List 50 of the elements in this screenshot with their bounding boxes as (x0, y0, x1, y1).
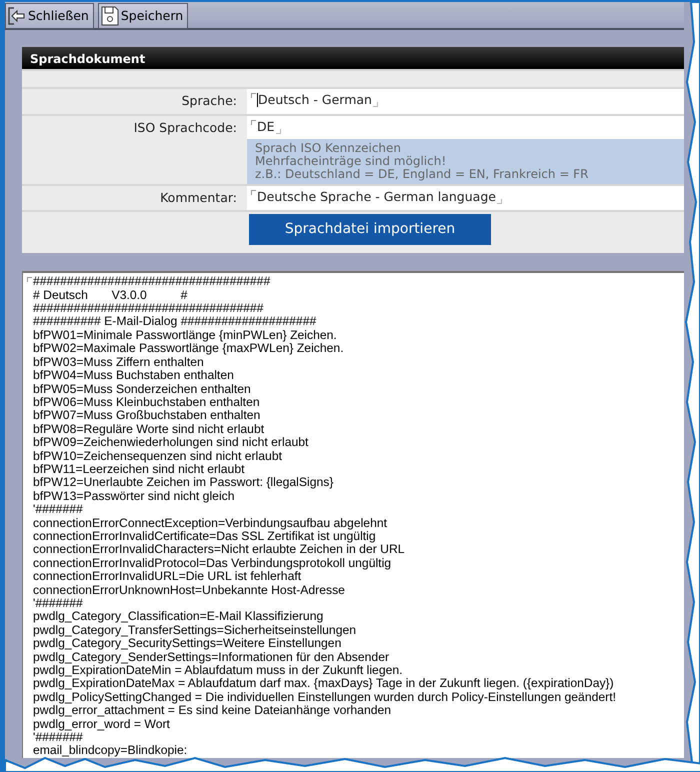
code-line: bfPW12=Unerlaubte Zeichen im Passwort: {llegalSigns} (33, 476, 334, 490)
code-line: pwdlg_Category_SecuritySettings=Weitere Einstellungen (33, 637, 342, 651)
code-line: pwdlg_ExpirationDateMin = Ablaufdatum muss in der Zukunft liegen. (33, 664, 404, 678)
input-field[interactable]: Deutsche Sprache - German language (247, 186, 684, 210)
code-line: bfPW03=Muss Ziffern enthalten (33, 356, 205, 370)
code-line: pwdlg_Category_TransferSettings=Sicherheitseinstellungen (33, 624, 358, 638)
code-line: connectionErrorInvalidProtocol=Das Verbindungsprotokoll ungültig (33, 556, 392, 570)
code-line: bfPW02=Maximale Passwortlänge {maxPWLen} Zeichen. (33, 342, 345, 356)
code-line: '####### (33, 731, 83, 744)
input-field[interactable]: Deutsch - German (247, 89, 684, 114)
hint-text: Sprach ISO Kennzeichen Mehrfacheinträge sind möglich! z.B.: Deutschland = DE, England = EN, Frankreich = FR (247, 138, 684, 184)
exit-icon (8, 7, 26, 25)
code-line: pwdlg_error_word = Wort (33, 718, 171, 732)
code-line: bfPW06=Muss Kleinbuchstaben enthalten (33, 396, 261, 410)
code-line: ################################## (33, 302, 264, 316)
marker-icon (27, 277, 32, 282)
code-line: connectionErrorInvalidCharacters=Nicht erlaubte Zeichen in der URL (33, 543, 406, 557)
code-line: pwdlg_Category_Classification=E-Mail Klassifizierung (33, 610, 324, 624)
code-line: bfPW01=Minimale Passwortlänge {minPWLen} Zeichen. (33, 328, 338, 342)
code-line: pwdlg_error_attachment = Es sind keine Dateianhänge vorhanden (33, 704, 392, 718)
field-label: Sprache: (180, 92, 238, 110)
code-line: connectionErrorInvalidCertificate=Das SSL Zertifikat ist ungültig (33, 530, 376, 544)
field-label: Kommentar: (159, 188, 238, 206)
code-line: ################################### (33, 275, 272, 289)
code-line: email_blindcopy=Blindkopie: (33, 744, 188, 758)
code-line: pwdlg_ExpirationDateMax = Ablaufdatum darf max. {maxDays} Tage in der Zukunft liegen. ({expirationDay}) (33, 677, 615, 691)
code-line: bfPW05=Muss Sonderzeichen enthalten (33, 382, 252, 396)
code-line: bfPW11=Leerzeichen sind nicht erlaubt (33, 462, 246, 476)
code-line: pwdlg_Category_SenderSettings=Informationen für den Absender (33, 650, 390, 664)
save-button[interactable]: Speichern (98, 3, 188, 29)
input-field[interactable]: DE (247, 116, 684, 138)
save-icon (100, 6, 119, 26)
code-line: '####### (33, 503, 84, 517)
code-line: bfPW10=Zeichensequenzen sind nicht erlaubt (33, 450, 283, 463)
code-line: bfPW09=Zeichenwiederholungen sind nicht erlaubt (33, 436, 310, 450)
field-label: ISO Sprachcode: (132, 118, 238, 137)
code-line: '####### (33, 597, 84, 610)
import-button[interactable]: Sprachdatei importieren (249, 214, 491, 246)
close-button[interactable]: Schließen (5, 3, 94, 29)
code-line: bfPW04=Muss Buchstaben enthalten (33, 369, 235, 382)
code-line: bfPW13=Passwörter sind nicht gleich (33, 490, 236, 504)
code-line: bfPW07=Muss Großbuchstaben enthalten (33, 409, 262, 423)
code-line: bfPW08=Reguläre Worte sind nicht erlaubt (33, 422, 266, 436)
code-line: # Deutsch V3.0.0 # (33, 288, 188, 302)
code-line: connectionErrorInvalidURL=Die URL ist fehlerhaft (33, 570, 302, 584)
code-line: ########## E-Mail-Dialog #################### (33, 315, 318, 329)
panel-title: Sprachdokument (22, 47, 684, 69)
code-line: connectionErrorUnknownHost=Unbekannte Host-Adresse (33, 584, 346, 597)
code-line: connectionErrorConnectException=Verbindungsaufbau abgelehnt (33, 516, 388, 530)
code-line: pwdlg_PolicySettingChanged = Die individuellen Einstellungen wurden durch Policy-Einstellungen geändert! (33, 690, 616, 704)
